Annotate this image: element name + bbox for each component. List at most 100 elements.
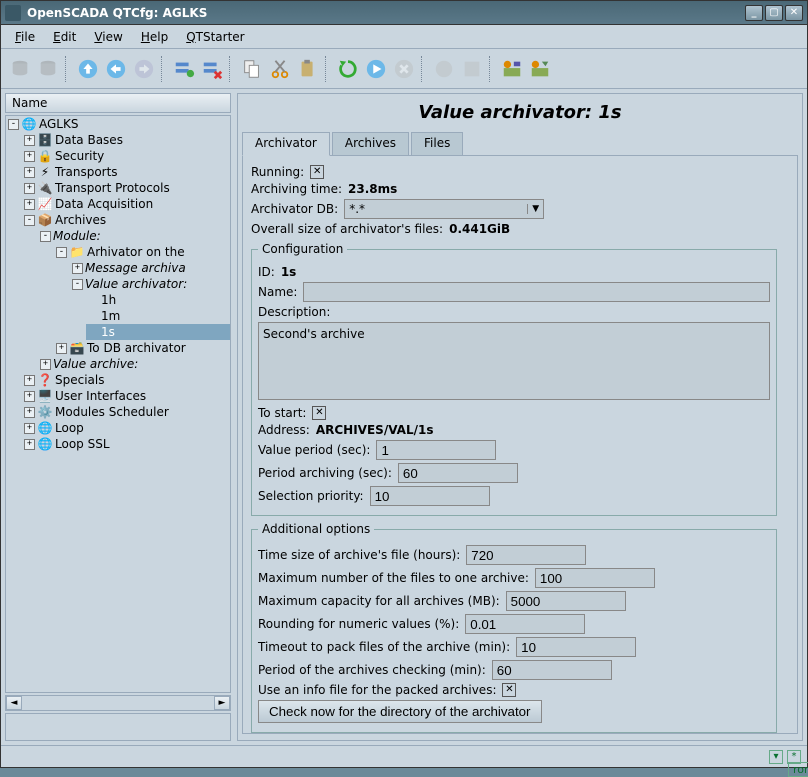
tree-item[interactable]: +🔒Security [22,148,230,164]
tree-item[interactable]: 1m [86,308,230,324]
config-b-icon[interactable] [527,56,553,82]
archivator-db-label: Archivator DB: [251,202,338,216]
back-icon[interactable] [103,56,129,82]
menu-edit[interactable]: Edit [45,28,84,46]
add-item-icon[interactable] [171,56,197,82]
name-input[interactable] [303,282,770,302]
menu-help[interactable]: Help [133,28,176,46]
up-icon[interactable] [75,56,101,82]
status-indicator-a[interactable]: ▾ [769,750,783,764]
tree-item[interactable]: 1h [86,292,230,308]
tree-toggle-icon[interactable]: + [24,135,35,146]
tree-toggle-icon[interactable]: + [24,439,35,450]
tree-item-label: Arhivator on the [87,245,185,259]
tree-item[interactable]: -🌐AGLKS [6,116,230,132]
tree-item[interactable]: -📁Arhivator on the [54,244,230,260]
tree-item[interactable]: +🌐Loop SSL [22,436,230,452]
address-value: ARCHIVES/VAL/1s [316,423,434,437]
tree-item[interactable]: +🗃️To DB archivator [54,340,230,356]
tree-toggle-icon[interactable]: + [40,359,51,370]
timeout-input[interactable] [516,637,636,657]
selection-priority-input[interactable] [370,486,490,506]
menu-qtstarter[interactable]: QTStarter [178,28,252,46]
maximize-button[interactable]: ▢ [765,5,783,21]
tree-toggle-icon[interactable]: + [24,183,35,194]
menu-view[interactable]: View [86,28,130,46]
scroll-right-icon[interactable]: ► [214,696,230,710]
status-user[interactable]: roman [788,762,808,777]
address-label: Address: [258,423,310,437]
tree-toggle-icon[interactable]: - [56,247,67,258]
tree-item[interactable]: +Message archiva [70,260,230,276]
tree-toggle-icon[interactable]: - [40,231,51,242]
archivator-db-combo[interactable]: *.* ▼ [344,199,544,219]
folder-icon: 📁 [69,244,85,260]
tree-item[interactable]: +❓Specials [22,372,230,388]
id-value: 1s [281,265,297,279]
checking-period-input[interactable] [492,660,612,680]
tree-item[interactable]: +🌐Loop [22,420,230,436]
tree-item[interactable]: +⚡Transports [22,164,230,180]
refresh-icon[interactable] [335,56,361,82]
tree-item[interactable]: +🔌Transport Protocols [22,180,230,196]
delete-item-icon[interactable] [199,56,225,82]
tab-archives[interactable]: Archives [332,132,409,156]
paste-icon[interactable] [295,56,321,82]
tree-item[interactable]: -Value archivator: [70,276,230,292]
tree-toggle-icon[interactable]: + [24,391,35,402]
tree-toggle-icon[interactable]: - [24,215,35,226]
tree-item-label: To DB archivator [87,341,186,355]
tree-item[interactable]: 1s [86,324,230,340]
description-input[interactable] [258,322,770,400]
tab-archivator[interactable]: Archivator [242,132,330,156]
tree-toggle-icon[interactable]: + [24,407,35,418]
tree-item[interactable]: +Value archive: [38,356,230,372]
tree-item-label: Module: [53,229,101,243]
tree-item[interactable]: +🖥️User Interfaces [22,388,230,404]
running-checkbox[interactable]: ✕ [310,165,324,179]
to-start-checkbox[interactable]: ✕ [312,406,326,420]
config-a-icon[interactable] [499,56,525,82]
value-period-input[interactable] [376,440,496,460]
scroll-left-icon[interactable]: ◄ [6,696,22,710]
tree-toggle-icon[interactable]: + [24,167,35,178]
tree-column-header[interactable]: Name [5,93,231,113]
tree-toggle-icon[interactable]: - [72,279,83,290]
status-indicator-b[interactable]: * roman [787,750,801,764]
time-size-input[interactable] [466,545,586,565]
minimize-button[interactable]: _ [745,5,763,21]
tree-item[interactable]: -📦Archives [22,212,230,228]
db-save-icon [35,56,61,82]
tabbar: Archivator Archives Files [238,132,802,156]
info-file-checkbox[interactable]: ✕ [502,683,516,697]
statusbar: ▾ * roman [1,745,807,767]
tree[interactable]: -🌐AGLKS+🗄️Data Bases+🔒Security+⚡Transpor… [5,115,231,693]
db-load-icon [7,56,33,82]
archiving-period-input[interactable] [398,463,518,483]
tree-toggle-icon[interactable]: + [24,199,35,210]
tree-toggle-icon[interactable]: - [8,119,19,130]
max-capacity-input[interactable] [506,591,626,611]
cut-icon[interactable] [267,56,293,82]
tree-item[interactable]: +📈Data Acquisition [22,196,230,212]
tree-toggle-icon[interactable]: + [24,151,35,162]
tab-files[interactable]: Files [411,132,463,156]
chart-icon: 📈 [37,196,53,212]
tree-toggle-icon[interactable]: + [56,343,67,354]
menu-file[interactable]: File [7,28,43,46]
tree-item[interactable]: +⚙️Modules Scheduler [22,404,230,420]
chevron-down-icon: ▼ [527,204,543,214]
run-icon[interactable] [363,56,389,82]
max-files-input[interactable] [535,568,655,588]
tree-toggle-icon[interactable]: + [24,375,35,386]
tree-toggle-icon[interactable]: + [24,423,35,434]
tree-item[interactable]: +🗄️Data Bases [22,132,230,148]
check-now-button[interactable]: Check now for the directory of the archi… [258,700,542,723]
tree-toggle-icon[interactable]: + [72,263,83,274]
tree-item[interactable]: -Module: [38,228,230,244]
close-button[interactable]: ✕ [785,5,803,21]
forward-icon [131,56,157,82]
copy-icon[interactable] [239,56,265,82]
rounding-input[interactable] [465,614,585,634]
tree-horizontal-scroll[interactable]: ◄ ► [5,695,231,711]
